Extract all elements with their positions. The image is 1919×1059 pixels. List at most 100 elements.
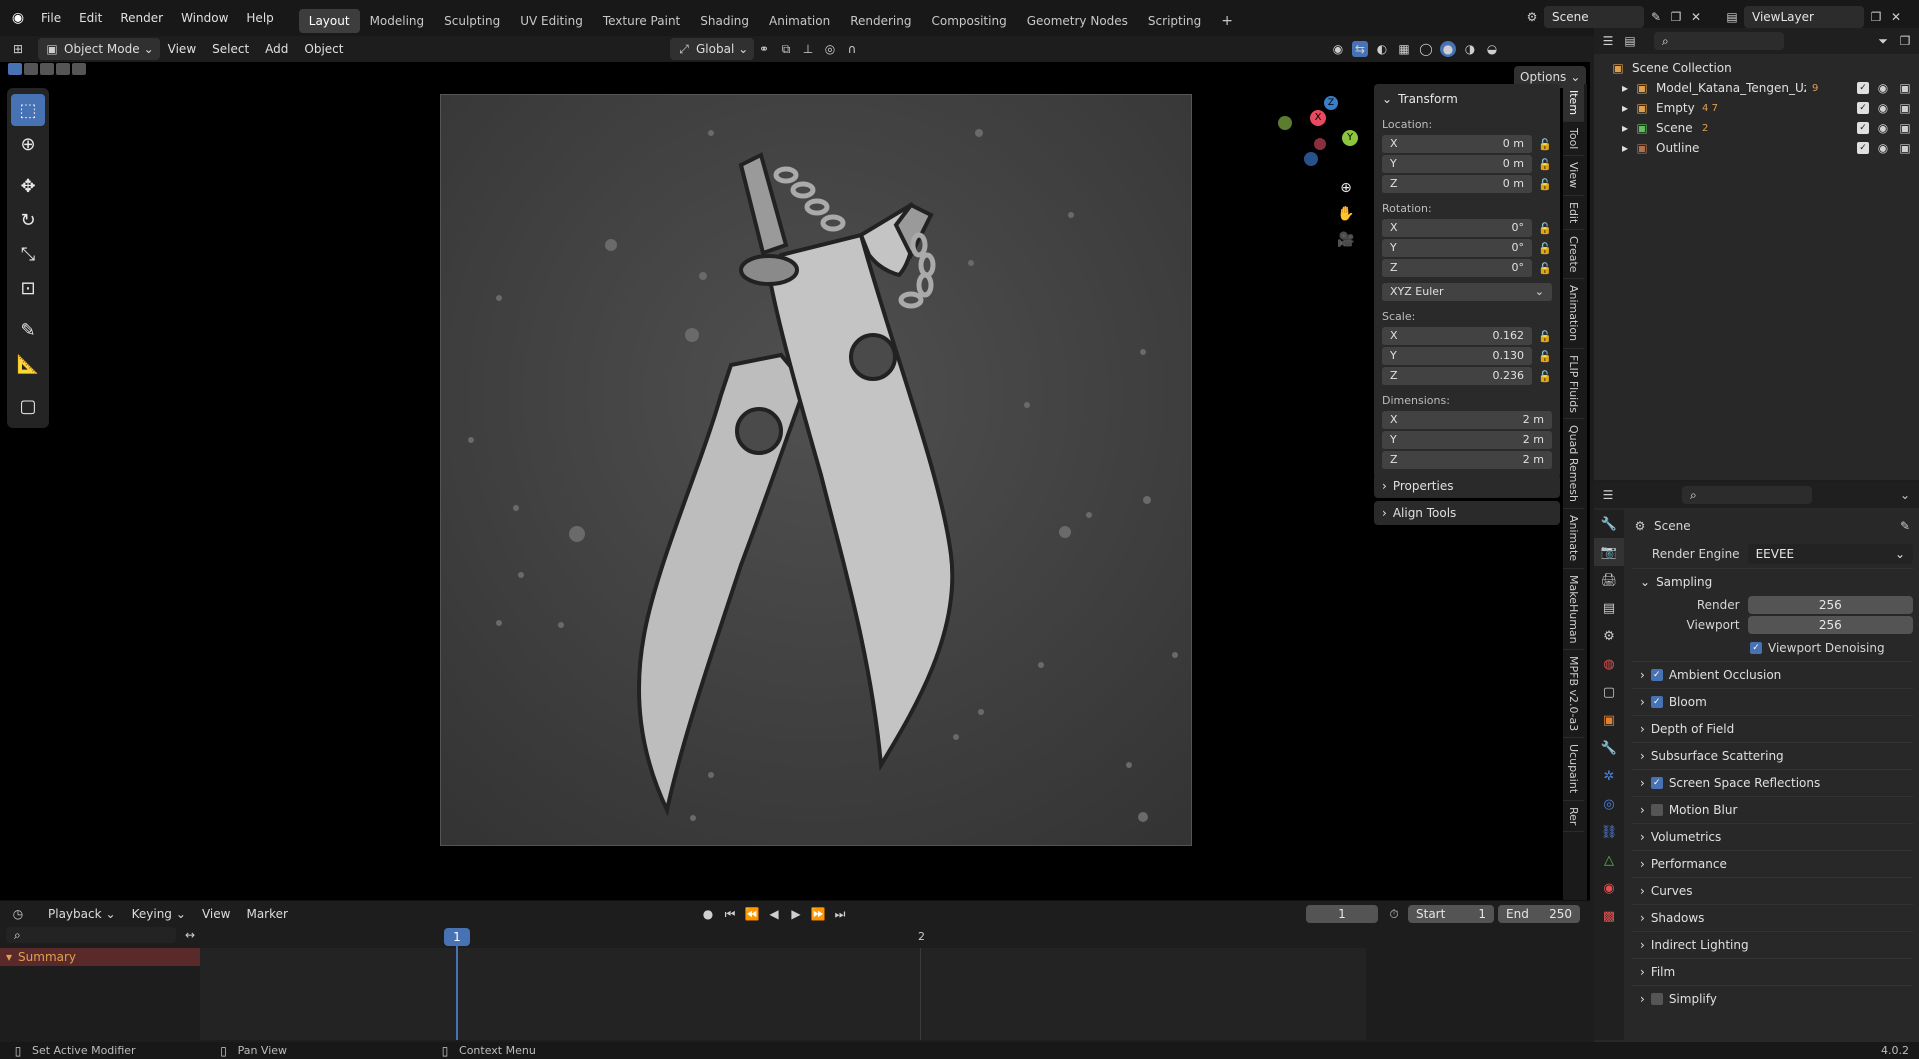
- editor-type-icon[interactable]: ☰: [1600, 33, 1616, 49]
- tab-geometry-nodes[interactable]: Geometry Nodes: [1017, 9, 1138, 33]
- lock-icon[interactable]: 🔓: [1538, 222, 1552, 235]
- move-icon[interactable]: ✥: [11, 170, 45, 202]
- pin-icon[interactable]: ✎: [1648, 9, 1664, 25]
- render-samples-field[interactable]: 256: [1747, 596, 1913, 614]
- menu-view[interactable]: View: [160, 36, 204, 62]
- include-checkbox[interactable]: ✓: [1857, 142, 1869, 154]
- tab-texture-paint[interactable]: Texture Paint: [593, 9, 690, 33]
- section-checkbox[interactable]: ✓: [1650, 669, 1663, 681]
- outliner-search-input[interactable]: ⌕: [1654, 32, 1784, 50]
- rotation-y-field[interactable]: Y 0°: [1382, 238, 1532, 258]
- particles-properties-icon[interactable]: ✲: [1594, 762, 1624, 790]
- section-indirect-lighting[interactable]: › Indirect Lighting: [1632, 931, 1913, 958]
- align-tools-subpanel[interactable]: › Align Tools: [1374, 501, 1560, 525]
- tab-quad-remesh[interactable]: Quad Remesh: [1563, 419, 1584, 510]
- tab-makehuman[interactable]: MakeHuman: [1563, 569, 1584, 651]
- proportional-edit-icon[interactable]: ◎: [822, 41, 838, 57]
- cursor-icon[interactable]: ⊕: [11, 128, 45, 160]
- view-layer-properties-icon[interactable]: ▤: [1594, 594, 1624, 622]
- eye-icon[interactable]: ◉: [1875, 120, 1891, 136]
- xray-icon[interactable]: ▦: [1396, 41, 1412, 57]
- expand-arrow-icon[interactable]: ▸: [1622, 101, 1628, 115]
- menu-edit[interactable]: Edit: [70, 0, 111, 36]
- scene-icon[interactable]: ⚙: [1524, 9, 1540, 25]
- include-checkbox[interactable]: ✓: [1857, 122, 1869, 134]
- prev-keyframe-icon[interactable]: ⏪: [744, 906, 760, 922]
- section-checkbox[interactable]: ✓: [1650, 696, 1663, 708]
- dimensions-y-field[interactable]: Y 2 m: [1382, 430, 1552, 450]
- tab-edit[interactable]: Edit: [1563, 196, 1584, 230]
- delete-scene-icon[interactable]: ✕: [1688, 9, 1704, 25]
- section-subsurface-scattering[interactable]: › Subsurface Scattering: [1632, 742, 1913, 769]
- tab-create[interactable]: Create: [1563, 230, 1584, 280]
- section-performance[interactable]: › Performance: [1632, 850, 1913, 877]
- rotate-icon[interactable]: ↻: [11, 204, 45, 236]
- outliner-item[interactable]: ▸ ▣ Outline ✓ ◉ ▣: [1600, 138, 1913, 158]
- zoom-icon[interactable]: ⊕: [1334, 176, 1358, 200]
- overlay-icon[interactable]: ◐: [1374, 41, 1390, 57]
- timeline-search-input[interactable]: ⌕: [6, 927, 176, 943]
- section-simplify[interactable]: › Simplify: [1632, 985, 1913, 1012]
- data-properties-icon[interactable]: △: [1594, 846, 1624, 874]
- lock-icon[interactable]: 🔓: [1538, 370, 1552, 383]
- section-screen-space-reflections[interactable]: › ✓ Screen Space Reflections: [1632, 769, 1913, 796]
- output-properties-icon[interactable]: 🖨: [1594, 566, 1624, 594]
- viewport-denoising-checkbox[interactable]: ✓: [1750, 642, 1762, 654]
- tab-animate[interactable]: Animate: [1563, 509, 1584, 569]
- location-z-field[interactable]: Z 0 m: [1382, 174, 1532, 194]
- axis-neg-z-icon[interactable]: [1304, 152, 1318, 166]
- lock-icon[interactable]: 🔓: [1538, 242, 1552, 255]
- marker-menu[interactable]: Marker: [240, 903, 293, 925]
- expand-arrow-icon[interactable]: ▸: [1622, 121, 1628, 135]
- outliner-item[interactable]: ▸ ▣ Model_Katana_Tengen_Uzui 9 ✓ ◉ ▣: [1600, 78, 1913, 98]
- section-volumetrics[interactable]: › Volumetrics: [1632, 823, 1913, 850]
- texture-properties-icon[interactable]: ▩: [1594, 902, 1624, 930]
- tab-uv-editing[interactable]: UV Editing: [510, 9, 593, 33]
- scale-y-field[interactable]: Y 0.130: [1382, 346, 1532, 366]
- lock-icon[interactable]: 🔓: [1538, 158, 1552, 171]
- world-properties-icon[interactable]: ◍: [1594, 650, 1624, 678]
- new-view-layer-icon[interactable]: ❐: [1868, 9, 1884, 25]
- blender-logo-icon[interactable]: ◉: [10, 10, 26, 26]
- sampling-section[interactable]: ⌄ Sampling: [1632, 568, 1913, 595]
- chevron-down-icon[interactable]: ⌄: [1897, 487, 1913, 503]
- keying-menu[interactable]: Keying ⌄: [126, 903, 192, 925]
- tab-rendering[interactable]: Rendering: [840, 9, 921, 33]
- modifier-properties-icon[interactable]: 🔧: [1594, 734, 1624, 762]
- include-checkbox[interactable]: ✓: [1857, 102, 1869, 114]
- camera-view-icon[interactable]: 🎥: [1334, 228, 1358, 252]
- transform-header[interactable]: ⌄ Transform: [1382, 88, 1552, 110]
- tool-properties-icon[interactable]: 🔧: [1594, 510, 1624, 538]
- lock-icon[interactable]: 🔓: [1538, 138, 1552, 151]
- select-extend-icon[interactable]: [24, 63, 38, 75]
- navigation-gizmo[interactable]: Z X Y: [1278, 94, 1358, 174]
- timeline-view-menu[interactable]: View: [196, 903, 236, 925]
- axis-x-icon[interactable]: X: [1310, 110, 1326, 126]
- select-box-icon[interactable]: ⬚: [11, 94, 45, 126]
- scale-icon[interactable]: ⤡: [11, 238, 45, 270]
- orientation-dropdown[interactable]: ⤢ Global ⌄: [670, 38, 755, 60]
- delete-view-layer-icon[interactable]: ✕: [1888, 9, 1904, 25]
- editor-type-icon[interactable]: ⊞: [10, 41, 26, 57]
- axis-neg-x-icon[interactable]: [1314, 138, 1326, 150]
- summary-channel[interactable]: ▾ Summary: [0, 948, 200, 966]
- falloff-icon[interactable]: ∩: [844, 41, 860, 57]
- tab-item[interactable]: Item: [1563, 84, 1584, 123]
- scene-field[interactable]: Scene: [1544, 6, 1644, 28]
- tab-tool[interactable]: Tool: [1563, 122, 1584, 157]
- lock-icon[interactable]: 🔓: [1538, 178, 1552, 191]
- properties-search-input[interactable]: ⌕: [1682, 486, 1812, 504]
- location-y-field[interactable]: Y 0 m: [1382, 154, 1532, 174]
- pin-icon[interactable]: ✎: [1897, 518, 1913, 534]
- expand-arrow-icon[interactable]: ▸: [1622, 81, 1628, 95]
- playback-menu[interactable]: Playback ⌄: [42, 903, 122, 925]
- tab-layout[interactable]: Layout: [298, 9, 360, 33]
- eye-icon[interactable]: ◉: [1875, 80, 1891, 96]
- tab-sculpting[interactable]: Sculpting: [434, 9, 510, 33]
- render-properties-icon[interactable]: 📷: [1594, 538, 1624, 566]
- outliner-item[interactable]: ▸ ▣ Scene 2 ✓ ◉ ▣: [1600, 118, 1913, 138]
- camera-icon[interactable]: ▣: [1897, 80, 1913, 96]
- transform-icon[interactable]: ⊡: [11, 272, 45, 304]
- start-frame-field[interactable]: Start 1: [1408, 904, 1494, 923]
- rotation-x-field[interactable]: X 0°: [1382, 218, 1532, 238]
